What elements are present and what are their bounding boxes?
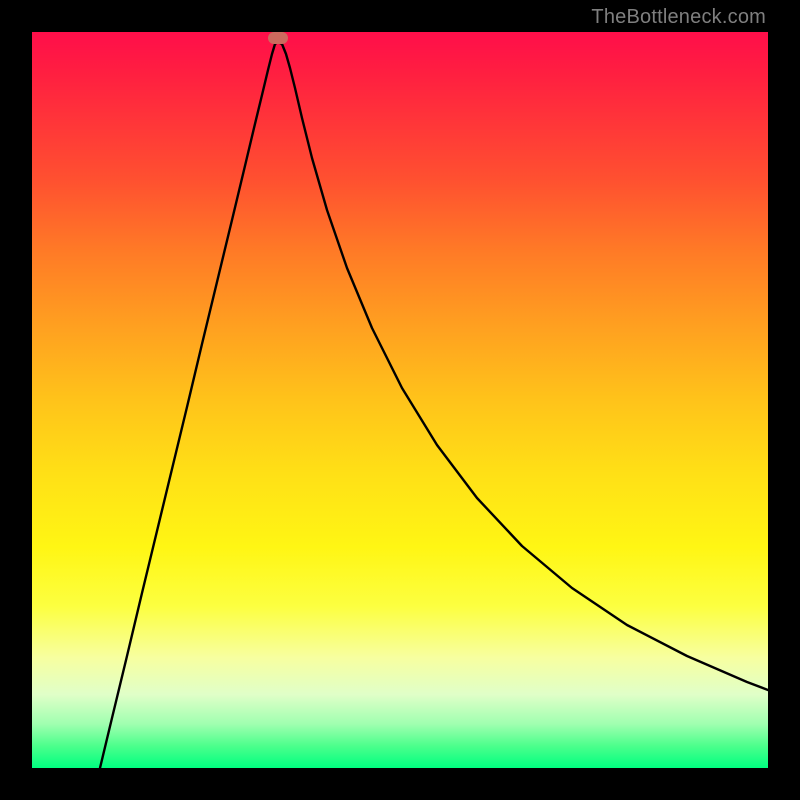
bottleneck-curve xyxy=(32,32,768,768)
chart-plot-area xyxy=(32,32,768,768)
watermark-label: TheBottleneck.com xyxy=(591,6,766,29)
optimal-point-marker xyxy=(268,32,288,44)
